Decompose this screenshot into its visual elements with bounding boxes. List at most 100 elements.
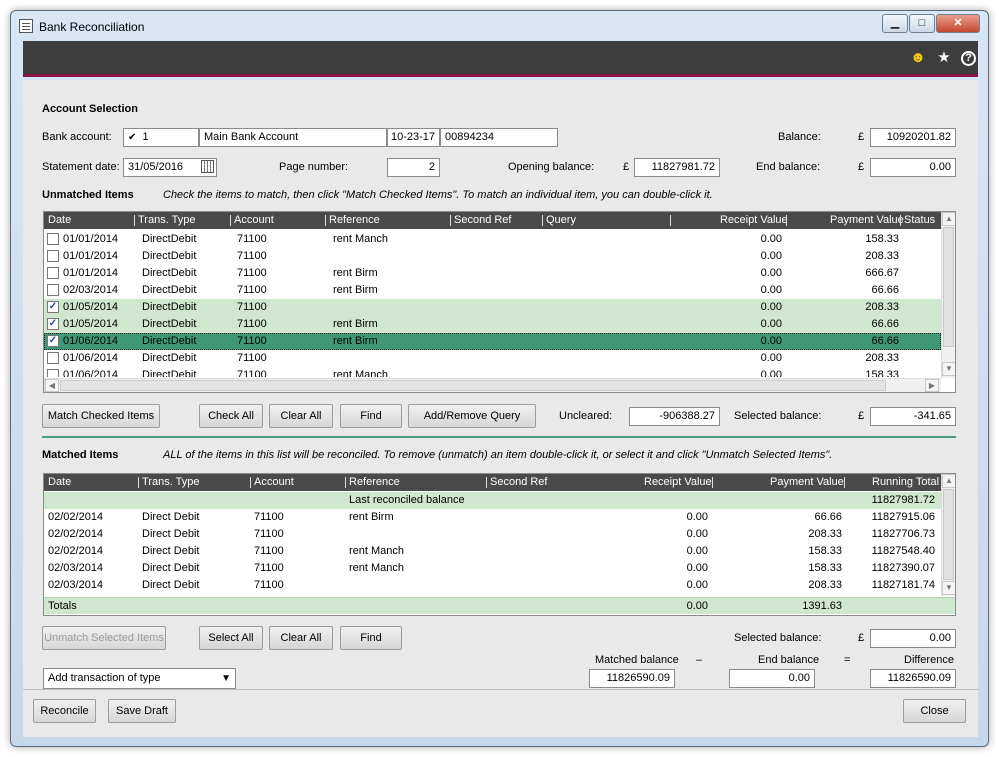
footer-bar: Reconcile Save Draft Close xyxy=(23,689,978,737)
column-running-total[interactable]: Running Total xyxy=(872,476,939,488)
scroll-up-icon[interactable]: ▲ xyxy=(942,212,956,226)
table-row[interactable]: 02/02/2014 Direct Debit 71100 rent Manch… xyxy=(44,543,941,560)
column-second-ref[interactable]: Second Ref xyxy=(490,476,547,488)
app-window: Bank Reconciliation ▁ □ ✕ ☻ ★ ? Account … xyxy=(10,10,989,747)
selected-balance-label: Selected balance: xyxy=(734,410,821,422)
vertical-scrollbar[interactable]: ▲ ▼ xyxy=(941,474,955,596)
row-checkbox[interactable] xyxy=(47,267,59,279)
table-row[interactable]: ✓ 01/05/2014 DirectDebit 71100 0.00 208.… xyxy=(44,299,941,316)
bank-account-select[interactable]: ✔ 1 xyxy=(123,128,199,147)
currency-symbol: £ xyxy=(623,161,629,173)
end-balance-field[interactable]: 0.00 xyxy=(870,158,956,177)
add-transaction-select[interactable]: Add transaction of type▼ xyxy=(43,668,236,689)
column-query[interactable]: Query xyxy=(546,214,576,226)
row-checkbox[interactable] xyxy=(47,250,59,262)
end-balance-label: End balance: xyxy=(756,161,820,173)
close-icon[interactable]: ✕ xyxy=(936,14,980,33)
selected-balance-field: 0.00 xyxy=(870,629,956,648)
equals-sign: = xyxy=(844,654,850,666)
select-all-button[interactable]: Select All xyxy=(199,626,263,650)
column-payment-value[interactable]: Payment Value xyxy=(830,214,904,226)
unmatch-selected-items-button[interactable]: Unmatch Selected Items xyxy=(42,626,166,650)
page-number-field[interactable]: 2 xyxy=(387,158,440,177)
table-row[interactable]: 02/02/2014 Direct Debit 71100 0.00 208.3… xyxy=(44,526,941,543)
scroll-down-icon[interactable]: ▼ xyxy=(942,362,956,376)
window-title: Bank Reconciliation xyxy=(39,20,144,34)
currency-symbol: £ xyxy=(858,632,864,644)
vertical-scrollbar[interactable]: ▲ ▼ xyxy=(941,212,955,378)
find-button[interactable]: Find xyxy=(340,626,402,650)
column-date[interactable]: Date xyxy=(48,476,71,488)
save-draft-button[interactable]: Save Draft xyxy=(108,699,176,723)
scroll-thumb[interactable] xyxy=(60,380,886,391)
opening-balance-field[interactable]: 11827981.72 xyxy=(634,158,720,177)
row-checkbox[interactable]: ✓ xyxy=(47,335,59,347)
table-row[interactable]: 01/01/2014 DirectDebit 71100 0.00 208.33 xyxy=(44,248,941,265)
find-button[interactable]: Find xyxy=(340,404,402,428)
difference-field: 11826590.09 xyxy=(870,669,956,688)
statement-date-field[interactable]: 31/05/2016 xyxy=(123,158,217,177)
check-all-button[interactable]: Check All xyxy=(199,404,263,428)
add-remove-query-button[interactable]: Add/Remove Query xyxy=(408,404,536,428)
row-checkbox[interactable] xyxy=(47,233,59,245)
title-bar[interactable]: Bank Reconciliation ▁ □ ✕ xyxy=(11,11,988,41)
maximize-icon[interactable]: □ xyxy=(909,14,935,33)
row-checkbox[interactable] xyxy=(47,284,59,296)
matched-grid-header: Date Trans. Type Account Reference Secon… xyxy=(44,474,941,491)
currency-symbol: £ xyxy=(858,410,864,422)
column-account[interactable]: Account xyxy=(234,214,274,226)
calendar-icon[interactable] xyxy=(201,160,214,173)
reconcile-button[interactable]: Reconcile xyxy=(33,699,96,723)
table-row[interactable]: 02/02/2014 Direct Debit 71100 rent Birm … xyxy=(44,509,941,526)
section-divider xyxy=(42,436,956,438)
table-row[interactable]: 01/06/2014 DirectDebit 71100 rent Manch … xyxy=(44,367,941,377)
column-date[interactable]: Date xyxy=(48,214,71,226)
column-second-ref[interactable]: Second Ref xyxy=(454,214,511,226)
scroll-thumb[interactable] xyxy=(943,227,954,347)
scroll-right-icon[interactable]: ▶ xyxy=(925,379,939,392)
end-balance-field: 0.00 xyxy=(729,669,815,688)
app-icon xyxy=(19,19,33,33)
row-checkbox[interactable] xyxy=(47,369,59,377)
matched-items-grid: Date Trans. Type Account Reference Secon… xyxy=(43,473,956,616)
table-row[interactable]: ✓ 01/06/2014 DirectDebit 71100 rent Birm… xyxy=(44,333,941,350)
table-row[interactable]: ✓ 01/05/2014 DirectDebit 71100 rent Birm… xyxy=(44,316,941,333)
bank-account-name: Main Bank Account xyxy=(199,128,387,147)
row-checkbox[interactable]: ✓ xyxy=(47,318,59,330)
clear-all-button[interactable]: Clear All xyxy=(269,626,333,650)
column-status[interactable]: Status xyxy=(904,214,935,226)
match-checked-items-button[interactable]: Match Checked Items xyxy=(42,404,160,428)
clear-all-button[interactable]: Clear All xyxy=(269,404,333,428)
uncleared-field: -906388.27 xyxy=(629,407,720,426)
horizontal-scrollbar[interactable]: ◀ ▶ xyxy=(44,378,941,392)
scroll-thumb[interactable] xyxy=(943,489,954,580)
smiley-icon[interactable]: ☻ xyxy=(909,49,927,67)
row-checkbox[interactable] xyxy=(47,352,59,364)
sort-code: 10-23-17 xyxy=(387,128,440,147)
column-reference[interactable]: Reference xyxy=(349,476,400,488)
table-row[interactable]: 01/01/2014 DirectDebit 71100 rent Birm 0… xyxy=(44,265,941,282)
table-row[interactable]: 02/03/2014 DirectDebit 71100 rent Birm 0… xyxy=(44,282,941,299)
scroll-up-icon[interactable]: ▲ xyxy=(942,474,956,488)
column-reference[interactable]: Reference xyxy=(329,214,380,226)
column-receipt-value[interactable]: Receipt Value xyxy=(720,214,788,226)
scroll-down-icon[interactable]: ▼ xyxy=(942,581,956,595)
table-row[interactable]: 01/06/2014 DirectDebit 71100 0.00 208.33 xyxy=(44,350,941,367)
column-trans-type[interactable]: Trans. Type xyxy=(142,476,199,488)
column-account[interactable]: Account xyxy=(254,476,294,488)
table-row[interactable]: 02/03/2014 Direct Debit 71100 rent Manch… xyxy=(44,560,941,577)
close-button[interactable]: Close xyxy=(903,699,966,723)
table-row[interactable]: 02/03/2014 Direct Debit 71100 0.00 208.3… xyxy=(44,577,941,594)
column-payment-value[interactable]: Payment Value xyxy=(770,476,844,488)
unmatched-hint: Check the items to match, then click "Ma… xyxy=(163,189,713,201)
balance-label: Balance: xyxy=(778,131,821,143)
column-receipt-value[interactable]: Receipt Value xyxy=(644,476,712,488)
table-row[interactable]: 01/01/2014 DirectDebit 71100 rent Manch … xyxy=(44,231,941,248)
star-icon[interactable]: ★ xyxy=(935,49,953,67)
row-checkbox[interactable]: ✓ xyxy=(47,301,59,313)
minimize-icon[interactable]: ▁ xyxy=(882,14,908,33)
column-trans-type[interactable]: Trans. Type xyxy=(138,214,195,226)
currency-symbol: £ xyxy=(858,161,864,173)
help-icon[interactable]: ? xyxy=(961,51,976,66)
scroll-left-icon[interactable]: ◀ xyxy=(45,379,59,392)
